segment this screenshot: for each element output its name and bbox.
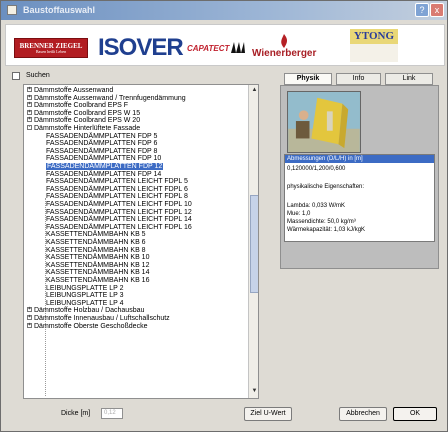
brand-mark-icon[interactable]: [230, 41, 246, 54]
window-title: Baustoffauswahl: [23, 5, 96, 15]
isover-logo[interactable]: ISOVER: [98, 34, 184, 62]
tree-item-label: FASSADENDÄMMPLATTEN LEICHT FDPL 16: [46, 223, 192, 231]
mue-value: Mue: 1,0: [287, 211, 311, 217]
expand-icon[interactable]: +: [27, 307, 32, 313]
material-photo: [287, 91, 361, 153]
expand-icon[interactable]: +: [27, 87, 32, 92]
thickness-input[interactable]: 0,12: [101, 408, 123, 419]
lambda-value: Lambda: 0,033 W/mK: [287, 203, 346, 209]
search-checkbox[interactable]: [12, 72, 20, 80]
ytong-logo-base: [350, 44, 398, 62]
tab-info[interactable]: Info: [336, 73, 381, 85]
tree-item-label: FASSADENDÄMMPLATTEN LEICHT FDPL 8: [46, 193, 188, 201]
tree-item-label: Dämmstoffe Hinterlüftete Fassade: [34, 125, 141, 132]
tree-item-label: Dämmstoffe Holzbau / Dachausbau: [34, 307, 145, 315]
tree-item-label: FASSADENDÄMMPLATTEN LEICHT FDPL 12: [46, 208, 192, 216]
tree-item-label: LEIBUNGSPLATTE LP 4: [46, 299, 124, 307]
expand-icon[interactable]: +: [27, 117, 32, 123]
tree-item-label: Dämmstoffe Coolbrand EPS W 15: [34, 109, 141, 117]
tree-item-label: FASSADENDÄMMPLATTEN LEICHT FDPL 10: [46, 201, 192, 208]
dimensions-value: 0,120000/1,200/0,600: [287, 166, 346, 172]
thickness-label: Dicke [m]: [61, 410, 91, 417]
tree-item-label: FASSADENDÄMMPLATTEN FDP 6: [46, 140, 158, 148]
tab-link[interactable]: Link: [385, 73, 433, 85]
expand-icon[interactable]: +: [27, 322, 32, 328]
scroll-thumb[interactable]: [250, 195, 258, 293]
tab-physik[interactable]: Physik: [284, 73, 332, 85]
tree-item-label: KASSETTENDÄMMBAHN KB 16: [46, 277, 150, 284]
manufacturer-logo-bar: BRENNER ZIEGEL Bauen heißt Leben ISOVER …: [5, 24, 445, 66]
tree-item-label: FASSADENDÄMMPLATTEN LEICHT FDPL 14: [46, 216, 192, 224]
help-button[interactable]: ?: [415, 3, 429, 17]
tree-item-label: KASSETTENDÄMMBAHN KB 10: [46, 254, 150, 262]
tree-item-label: KASSETTENDÄMMBAHN KB 12: [46, 261, 150, 269]
tree-item-label: KASSETTENDÄMMBAHN KB 5: [46, 231, 146, 239]
collapse-icon[interactable]: -: [27, 125, 32, 130]
close-button[interactable]: x: [430, 3, 444, 17]
brenner-ziegel-logo[interactable]: BRENNER ZIEGEL Bauen heißt Leben: [14, 38, 88, 58]
tree-item-label: Dämmstoffe Aussenwand / Trennfugendämmun…: [34, 94, 186, 102]
physik-panel: Abmessungen (D/L/H) in [m] 0,120000/1,20…: [280, 85, 439, 269]
tree-item-label: FASSADENDÄMMPLATTEN FDP 5: [46, 132, 158, 140]
dimensions-header[interactable]: Abmessungen (D/L/H) in [m]: [285, 155, 434, 163]
app-icon: [7, 5, 17, 15]
tree-item-label: KASSETTENDÄMMBAHN KB 14: [46, 269, 150, 277]
expand-icon[interactable]: +: [27, 315, 32, 320]
expand-icon[interactable]: +: [27, 94, 32, 100]
ok-button[interactable]: OK: [393, 407, 437, 421]
target-u-value-button[interactable]: Ziel U-Wert: [244, 407, 292, 421]
heat-capacity-value: Wärmekapazität: 1,03 kJ/kgK: [287, 227, 366, 233]
tree-item-label: FASSADENDÄMMPLATTEN LEICHT FDPL 5: [46, 178, 188, 186]
ytong-logo[interactable]: YTONG: [350, 29, 398, 44]
properties-header: physikalische Eigenschaften:: [287, 184, 365, 190]
tree-item-label: KASSETTENDÄMMBAHN KB 8: [46, 246, 146, 254]
physik-info-box: Abmessungen (D/L/H) in [m] 0,120000/1,20…: [284, 154, 435, 242]
search-label: Suchen: [26, 72, 50, 79]
tree-item-label: Dämmstoffe Oberste Geschoßdecke: [34, 322, 148, 330]
dialog-window: Baustoffauswahl ? x BRENNER ZIEGEL Bauen…: [0, 0, 448, 432]
tree-item-label: LEIBUNGSPLATTE LP 3: [46, 292, 124, 300]
dialog-footer: Dicke [m] 0,12 Ziel U-Wert Abbrechen OK: [1, 401, 447, 431]
tree-item-label: FASSADENDÄMMPLATTEN LEICHT FDPL 6: [46, 185, 188, 193]
capatect-logo[interactable]: CAPATECT: [187, 44, 229, 53]
tree-scrollbar[interactable]: ▲ ▼: [248, 85, 258, 398]
title-bar[interactable]: Baustoffauswahl ? x: [1, 1, 447, 20]
tree-item-label: KASSETTENDÄMMBAHN KB 6: [46, 239, 146, 246]
tree-item-label: FASSADENDÄMMPLATTEN FDP 12: [46, 163, 164, 170]
material-tree[interactable]: ▲ ▼ + Dämmstoffe Aussenwand + Dämmstoffe Au…: [23, 84, 259, 399]
tree-item-label: Dämmstoffe Aussenwand: [34, 87, 114, 94]
tree-item-label: FASSADENDÄMMPLATTEN FDP 8: [46, 147, 158, 155]
flame-icon: [281, 34, 288, 48]
expand-icon[interactable]: +: [27, 102, 32, 108]
tree-item-label: FASSADENDÄMMPLATTEN FDP 14: [46, 170, 162, 178]
wienerberger-logo[interactable]: Wienerberger: [252, 34, 316, 59]
tree-item-label: Dämmstoffe Coolbrand EPS W 20: [34, 117, 141, 125]
tree-item-label: Dämmstoffe Innenausbau / Luftschallschut…: [34, 315, 170, 322]
cancel-button[interactable]: Abbrechen: [339, 407, 387, 421]
tree-item-label: FASSADENDÄMMPLATTEN FDP 10: [46, 155, 162, 163]
density-value: Massendichte: 50,0 kg/m³: [287, 219, 356, 225]
expand-icon[interactable]: +: [27, 109, 32, 115]
scroll-up-arrow-icon[interactable]: ▲: [250, 86, 258, 95]
tree-item-label: Dämmstoffe Coolbrand EPS F: [34, 102, 129, 110]
tree-item-label: LEIBUNGSPLATTE LP 2: [46, 284, 124, 292]
detail-tabs: Physik Info Link Abmessungen (D/L/H) in …: [280, 73, 439, 269]
scroll-down-arrow-icon[interactable]: ▼: [250, 387, 258, 396]
